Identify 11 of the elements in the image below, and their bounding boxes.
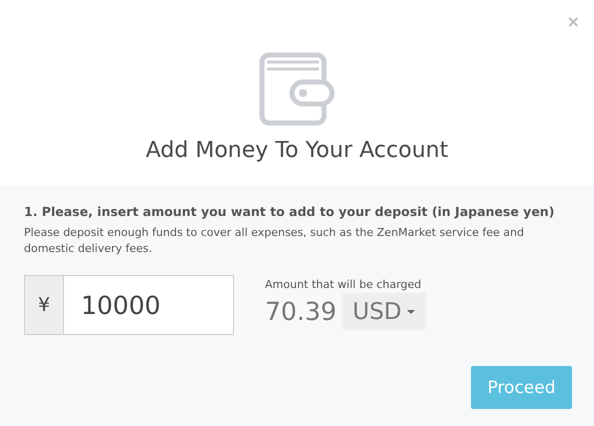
proceed-button[interactable]: Proceed xyxy=(471,366,572,409)
currency-dropdown[interactable]: USD xyxy=(342,293,426,330)
dialog-title: Add Money To Your Account xyxy=(146,138,448,163)
step-description: Please deposit enough funds to cover all expenses, such as the ZenMarket service fee and domestic delivery fees. xyxy=(24,225,525,257)
charge-label: Amount that will be charged xyxy=(265,278,422,291)
yen-prefix: ¥ xyxy=(24,275,64,335)
caret-icon xyxy=(406,310,415,314)
charge-amount: 70.39 xyxy=(265,297,337,326)
wallet-icon xyxy=(259,52,335,126)
amount-field[interactable]: 10000 xyxy=(64,275,234,335)
step-heading: 1. Please, insert amount you want to add to your deposit (in Japanese yen) xyxy=(24,204,556,219)
